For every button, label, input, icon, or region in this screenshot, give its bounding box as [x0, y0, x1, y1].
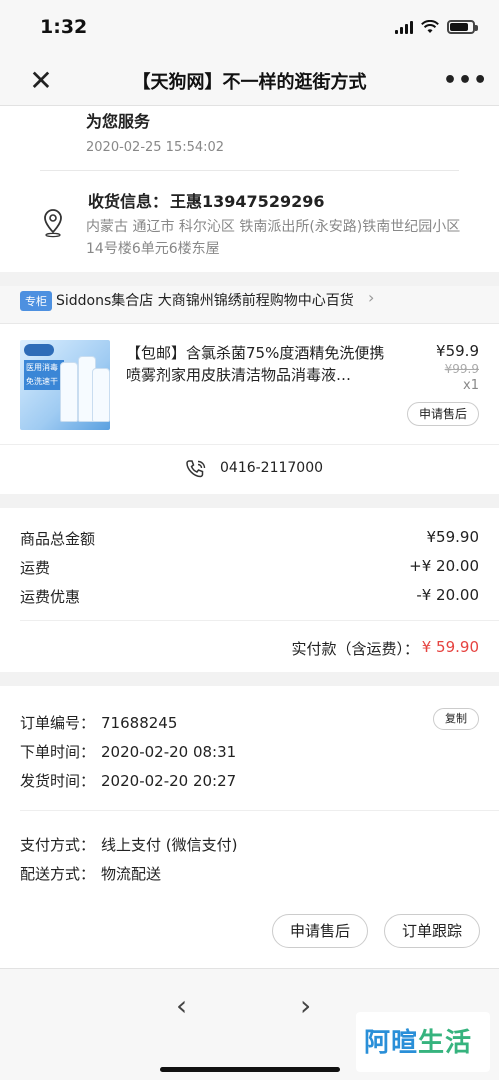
- home-indicator[interactable]: [160, 1067, 340, 1072]
- nav-bar: ✕ 【天狗网】不一样的逛街方式 •••: [0, 56, 499, 106]
- recipient-name-phone: 王惠13947529296: [170, 192, 325, 211]
- product-price: ¥59.9: [436, 342, 479, 360]
- back-arrow-icon[interactable]: ‹: [176, 989, 187, 1022]
- store-row[interactable]: 专柜 Siddons集合店 大商锦州锦绣前程购物中心百货 ›: [0, 286, 499, 324]
- wifi-icon: [421, 20, 439, 33]
- product-quantity: x1: [463, 378, 479, 393]
- status-bar: 1:32: [0, 0, 499, 56]
- delivery-label: 配送方式：: [20, 865, 96, 883]
- order-number-row: 订单编号： 71688245: [20, 712, 177, 733]
- order-number: 71688245: [101, 714, 178, 732]
- shipping-discount-value: -¥ 20.00: [416, 586, 479, 604]
- status-time: 1:32: [40, 16, 88, 38]
- ship-time-row: 发货时间： 2020-02-20 20:27: [20, 770, 236, 791]
- store-tag-badge: 专柜: [20, 291, 52, 311]
- after-sales-button[interactable]: 申请售后: [272, 914, 368, 948]
- original-price: ¥99.9: [444, 362, 479, 376]
- service-time: 2020-02-25 15:54:02: [86, 140, 225, 155]
- service-text: 为您服务: [86, 112, 151, 131]
- refund-request-button[interactable]: 申请售后: [407, 402, 479, 426]
- order-time: 2020-02-20 08:31: [101, 743, 237, 761]
- order-time-row: 下单时间： 2020-02-20 08:31: [20, 741, 236, 762]
- page-title: 【天狗网】不一样的逛街方式: [132, 72, 367, 93]
- items-total-label: 商品总金额: [20, 530, 96, 548]
- order-time-label: 下单时间：: [20, 743, 96, 761]
- status-icons: [395, 20, 478, 34]
- copy-button[interactable]: 复制: [433, 708, 479, 730]
- items-total-value: ¥59.90: [426, 528, 480, 546]
- delivery-method: 物流配送: [101, 865, 162, 883]
- shipping-value: +¥ 20.00: [409, 557, 479, 575]
- divider: [20, 810, 499, 811]
- recipient-label: 收货信息：: [88, 192, 169, 211]
- shipping-row: 运费 +¥ 20.00: [20, 557, 479, 578]
- recipient-info: 收货信息： 王惠13947529296: [86, 188, 324, 212]
- order-info-card: 订单编号： 71688245 复制 下单时间： 2020-02-20 08:31 发…: [0, 686, 499, 968]
- location-pin-icon: [44, 209, 62, 238]
- address-card: 为您服务 2020-02-25 15:54:02 收货信息： 王惠13947529…: [0, 106, 499, 272]
- forward-arrow-icon[interactable]: ›: [300, 989, 311, 1022]
- ship-time-label: 发货时间：: [20, 772, 96, 790]
- product-image[interactable]: 医用消毒 免洗速干: [20, 340, 110, 430]
- payment-label: 支付方式：: [20, 836, 96, 854]
- shipping-label: 运费: [20, 559, 51, 577]
- paid-value: ¥ 59.90: [421, 638, 479, 656]
- ship-time: 2020-02-20 20:27: [101, 772, 237, 790]
- store-phone[interactable]: 0416-2117000: [220, 460, 323, 476]
- divider: [40, 170, 459, 171]
- order-number-label: 订单编号：: [20, 714, 96, 732]
- divider: [20, 620, 499, 621]
- payment-method: 线上支付 (微信支付): [101, 836, 238, 854]
- close-icon[interactable]: ✕: [24, 64, 58, 98]
- price-summary: 商品总金额 ¥59.90 运费 +¥ 20.00 运费优惠 -¥ 20.00 实…: [0, 508, 499, 672]
- track-order-button[interactable]: 订单跟踪: [384, 914, 480, 948]
- phone-icon[interactable]: [184, 458, 208, 482]
- shipping-discount-label: 运费优惠: [20, 588, 81, 606]
- delivery-row: 配送方式： 物流配送: [20, 863, 161, 884]
- signal-icon: [395, 20, 413, 34]
- battery-icon: [447, 20, 478, 34]
- more-icon[interactable]: •••: [443, 64, 487, 98]
- product-image-banner: 医用消毒 免洗速干: [24, 360, 64, 390]
- shipping-discount-row: 运费优惠 -¥ 20.00: [20, 586, 479, 607]
- address-line: 内蒙古 通辽市 科尔沁区 铁南派出所(永安路)铁南世纪园小区14号楼6单元6楼东…: [86, 219, 461, 257]
- watermark-text: 阿暄生活: [364, 1028, 473, 1058]
- payment-row: 支付方式： 线上支付 (微信支付): [20, 834, 238, 855]
- divider: [0, 444, 499, 445]
- product-card: 医用消毒 免洗速干 【包邮】含氯杀菌75%度酒精免洗便携喷雾剂家用皮肤清洁物品消毒…: [0, 324, 499, 494]
- store-name: Siddons集合店 大商锦州锦绣前程购物中心百货: [56, 293, 354, 309]
- chevron-right-icon: ›: [368, 288, 375, 307]
- paid-label: 实付款（含运费）：: [291, 640, 419, 658]
- watermark-logo: 阿暄生活: [356, 1012, 490, 1072]
- product-title[interactable]: 【包邮】含氯杀菌75%度酒精免洗便携喷雾剂家用皮肤清洁物品消毒液…: [126, 342, 396, 386]
- items-total-row: 商品总金额 ¥59.90: [20, 528, 479, 549]
